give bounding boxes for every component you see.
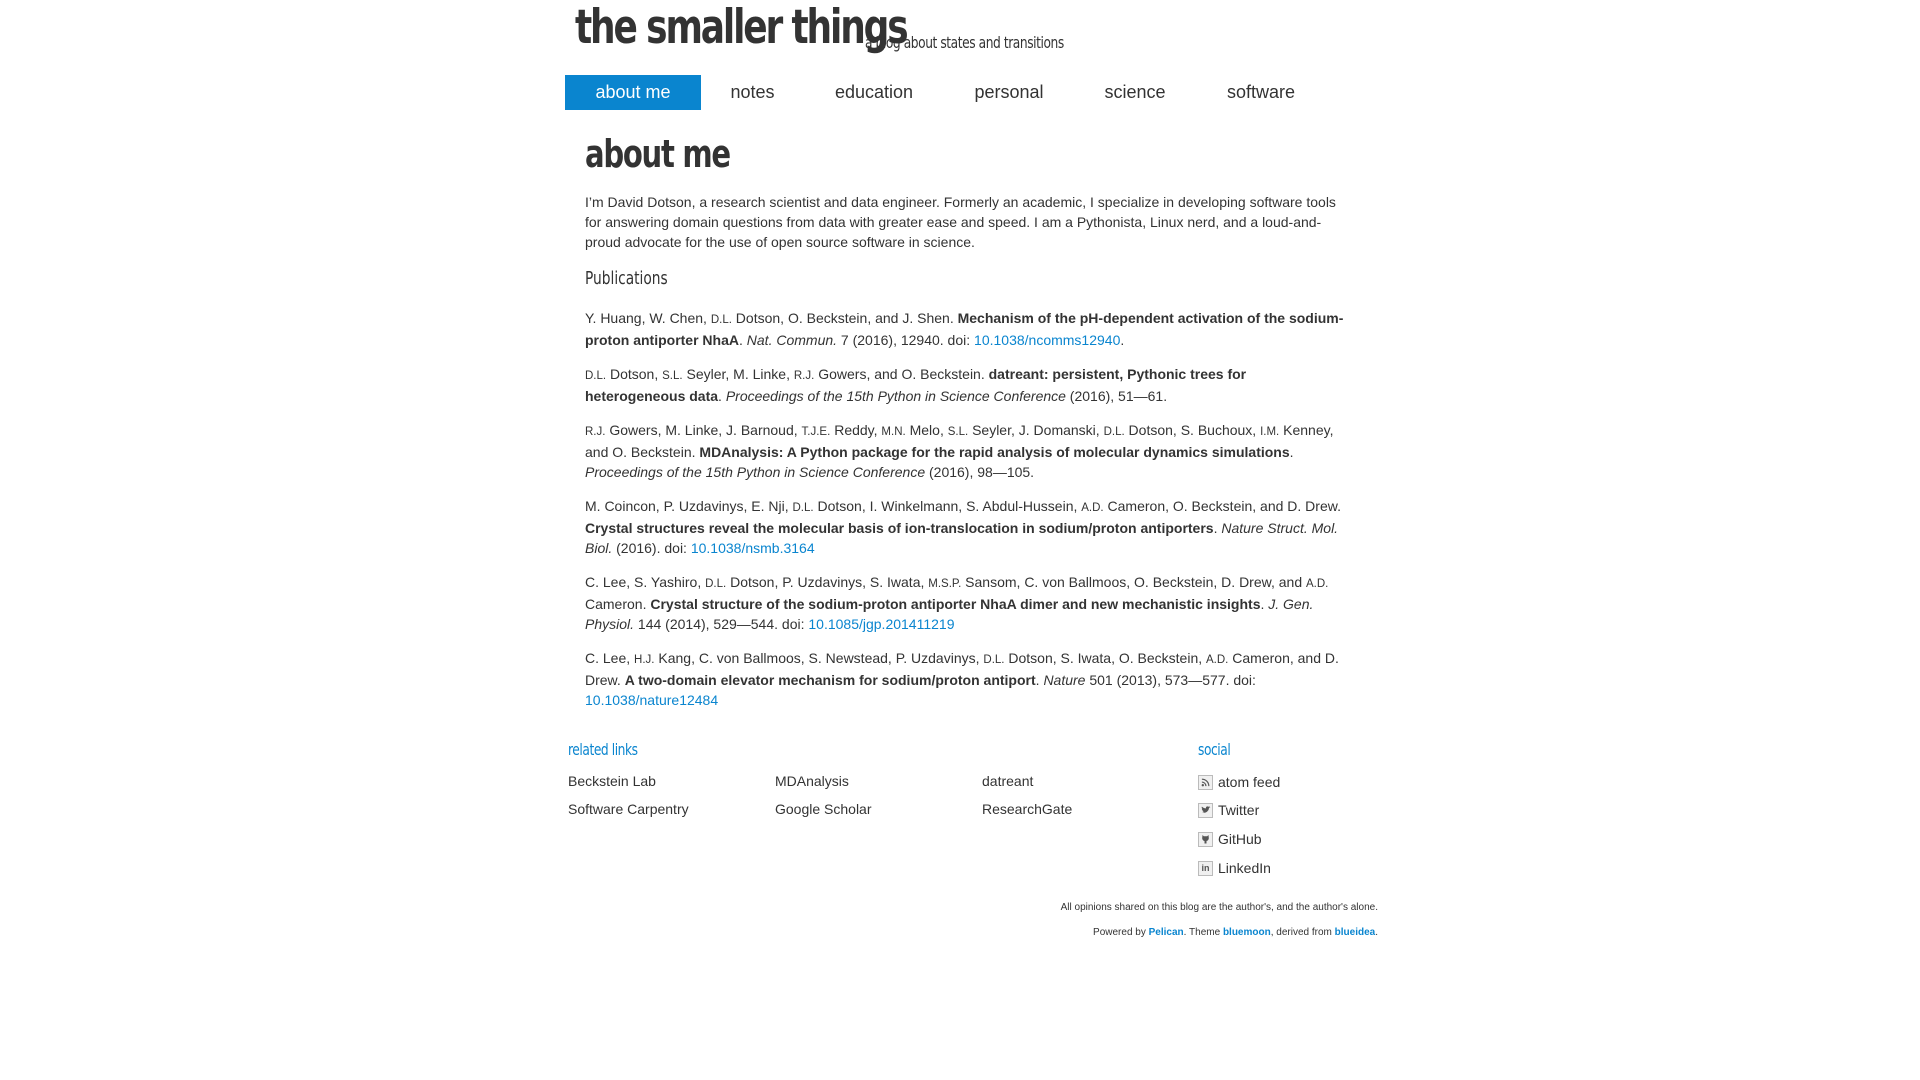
publication-details: 7 (2016), 12940. doi: <box>837 332 975 348</box>
doi-link[interactable]: 10.1085/jgp.201411219 <box>808 616 954 632</box>
social-item-twitter[interactable]: Twitter <box>1198 801 1259 819</box>
publication-journal: Proceedings of the 15th Python in Scienc… <box>585 464 926 480</box>
nav-software[interactable]: software <box>1196 75 1326 110</box>
social-item-linkedin[interactable]: in LinkedIn <box>1198 859 1271 877</box>
publication-authors: M. Coincon, P. Uzdavinys, E. Nji, D.L. D… <box>585 498 1341 514</box>
publication-item: R.J. Gowers, M. Linke, J. Barnoud, T.J.E… <box>585 422 1334 480</box>
main-nav: about me notes education personal scienc… <box>565 75 1326 110</box>
intro-paragraph: I’m David Dotson, a research scientist a… <box>585 194 1336 250</box>
publication-title: A two-domain elevator mechanism for sodi… <box>624 672 1036 688</box>
pelican-link[interactable]: Pelican <box>1149 927 1184 938</box>
site-tagline: a blog about states and transitions <box>865 33 1064 52</box>
nav-personal[interactable]: personal <box>944 75 1074 110</box>
page-title: about me <box>585 132 731 176</box>
publication-title: MDAnalysis: A Python package for the rap… <box>699 444 1290 460</box>
publications-heading: Publications <box>585 268 668 289</box>
social-label: GitHub <box>1218 831 1262 847</box>
rss-icon <box>1198 774 1213 790</box>
publication-authors: D.L. Dotson, S.L. Seyler, M. Linke, R.J.… <box>585 366 989 382</box>
publication-title: Crystal structures reveal the molecular … <box>585 520 1214 536</box>
derived-text: , derived from <box>1270 927 1335 938</box>
nav-notes[interactable]: notes <box>701 75 804 110</box>
twitter-icon <box>1198 802 1213 818</box>
site-title[interactable]: the smaller things <box>575 0 909 55</box>
github-icon <box>1198 831 1213 847</box>
social-label: LinkedIn <box>1218 860 1271 876</box>
publication-item: C. Lee, S. Yashiro, D.L. Dotson, P. Uzda… <box>585 574 1329 632</box>
publication-item: M. Coincon, P. Uzdavinys, E. Nji, D.L. D… <box>585 498 1341 556</box>
publication-title: Crystal structure of the sodium-proton a… <box>650 596 1261 612</box>
related-link-mdanalysis[interactable]: MDAnalysis <box>775 773 849 789</box>
blueidea-link[interactable]: blueidea <box>1335 927 1376 938</box>
publication-details: (2016). doi: <box>612 540 691 556</box>
publication-details: 501 (2013), 573—577. doi: <box>1085 672 1256 688</box>
publication-item: D.L. Dotson, S.L. Seyler, M. Linke, R.J.… <box>585 366 1247 404</box>
nav-education[interactable]: education <box>804 75 944 110</box>
publication-item: C. Lee, H.J. Kang, C. von Ballmoos, S. N… <box>585 650 1339 708</box>
related-link-beckstein-lab[interactable]: Beckstein Lab <box>568 773 656 789</box>
linkedin-icon: in <box>1198 860 1213 876</box>
social-label: atom feed <box>1218 774 1281 790</box>
publication-item: Y. Huang, W. Chen, D.L. Dotson, O. Becks… <box>585 310 1344 348</box>
publication-journal: Proceedings of the 15th Python in Scienc… <box>725 388 1066 404</box>
related-link-datreant[interactable]: datreant <box>982 773 1033 789</box>
publication-journal: Nat. Commun. <box>746 332 838 348</box>
related-link-software-carpentry[interactable]: Software Carpentry <box>568 801 689 817</box>
social-item-atom-feed[interactable]: atom feed <box>1198 773 1280 791</box>
nav-about-me[interactable]: about me <box>565 75 701 110</box>
doi-link[interactable]: 10.1038/nsmb.3164 <box>691 540 815 556</box>
footer-powered-by: Powered by Pelican. Theme bluemoon, deri… <box>1093 927 1378 938</box>
main-content: about me I’m David Dotson, a research sc… <box>585 130 1345 724</box>
publication-details: 144 (2014), 529—544. doi: <box>634 616 809 632</box>
related-link-google-scholar[interactable]: Google Scholar <box>775 801 872 817</box>
footer-disclaimer: All opinions shared on this blog are the… <box>1060 902 1378 913</box>
powered-prefix: Powered by <box>1093 927 1149 938</box>
doi-link[interactable]: 10.1038/nature12484 <box>585 692 718 708</box>
publication-details: (2016), 98—105. <box>925 464 1035 480</box>
theme-text: . Theme <box>1183 927 1223 938</box>
doi-link[interactable]: 10.1038/ncomms12940 <box>974 332 1120 348</box>
publications-list: Y. Huang, W. Chen, D.L. Dotson, O. Becks… <box>585 308 1345 710</box>
publication-details: (2016), 51—61. <box>1065 388 1168 404</box>
bluemoon-link[interactable]: bluemoon <box>1223 927 1271 938</box>
nav-science[interactable]: science <box>1074 75 1196 110</box>
social-item-github[interactable]: GitHub <box>1198 830 1262 848</box>
social-label: Twitter <box>1218 802 1260 818</box>
related-links-heading: related links <box>568 740 638 759</box>
related-link-researchgate[interactable]: ResearchGate <box>982 801 1072 817</box>
social-heading: social <box>1198 740 1231 759</box>
publication-authors: Y. Huang, W. Chen, D.L. Dotson, O. Becks… <box>585 310 958 326</box>
footer-end: . <box>1375 927 1378 938</box>
publication-journal: Nature <box>1043 672 1086 688</box>
